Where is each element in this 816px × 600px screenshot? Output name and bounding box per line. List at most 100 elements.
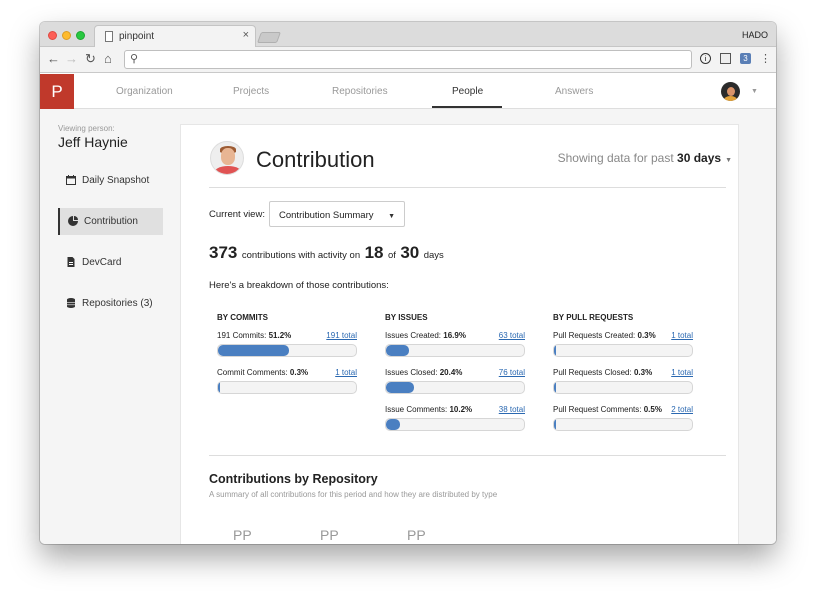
home-icon[interactable]: ⌂ (104, 51, 112, 67)
of-text: of (387, 250, 396, 261)
minimize-window-button[interactable] (62, 31, 71, 40)
metric-label: Pull Request Comments: 0.5% (553, 405, 662, 414)
period-selector[interactable]: Showing data for past 30 days ▼ (558, 151, 732, 165)
progress-fill (386, 419, 401, 430)
tab-close-icon[interactable]: × (243, 29, 249, 41)
sidebar-item-label: Daily Snapshot (82, 175, 150, 186)
metric-commits: 191 Commits: 51.2% 191 total (217, 331, 357, 367)
address-bar[interactable]: ⚲ (124, 50, 692, 69)
metric-total-link[interactable]: 1 total (671, 368, 693, 377)
nav-answers[interactable]: Answers (555, 86, 593, 97)
new-tab-button[interactable] (256, 32, 282, 43)
person-avatar (210, 141, 244, 175)
browser-toolbar: ← → ↻ ⌂ ⚲ i 3 ⋮ (40, 47, 776, 73)
chevron-down-icon: ▼ (725, 157, 732, 164)
contribution-text: contributions with activity on (241, 250, 361, 261)
contribution-count: 373 (209, 243, 238, 262)
metric-commit-comments: Commit Comments: 0.3% 1 total (217, 368, 357, 404)
close-window-button[interactable] (48, 31, 57, 40)
sidebar-item-label: DevCard (82, 257, 122, 268)
repo-badge[interactable]: PP (233, 527, 252, 543)
sidebar: Viewing person: Jeff Haynie Daily Snapsh… (40, 110, 180, 544)
period-prefix: Showing data for past (557, 151, 674, 165)
column-heading: BY PULL REQUESTS (553, 313, 634, 322)
progress-fill (218, 382, 220, 393)
active-days: 18 (364, 243, 384, 262)
repo-section-subtitle: A summary of all contributions for this … (209, 490, 498, 499)
viewing-person-label: Viewing person: (58, 124, 115, 133)
sidebar-item-daily-snapshot[interactable]: Daily Snapshot (58, 167, 163, 194)
metric-pr-created: Pull Requests Created: 0.3% 1 total (553, 331, 693, 367)
menu-icon[interactable]: ⋮ (760, 51, 771, 67)
contribution-summary: 373 contributions with activity on 18 of… (209, 243, 444, 263)
metric-total-link[interactable]: 38 total (499, 405, 525, 414)
nav-organization[interactable]: Organization (116, 86, 173, 97)
page-icon (105, 31, 113, 42)
metric-label: Pull Requests Closed: 0.3% (553, 368, 653, 377)
nav-repositories[interactable]: Repositories (332, 86, 388, 97)
current-view-select[interactable]: Contribution Summary ▼ (269, 201, 405, 227)
sidebar-item-contribution[interactable]: Contribution (58, 208, 163, 235)
breakdown-text: Here's a breakdown of those contribution… (209, 280, 389, 291)
column-heading: BY ISSUES (385, 313, 428, 322)
person-name: Jeff Haynie (58, 134, 128, 150)
browser-window: pinpoint × HADO ← → ↻ ⌂ ⚲ i 3 ⋮ P Organi… (40, 22, 776, 544)
user-avatar[interactable] (721, 82, 740, 101)
progress-bar (553, 381, 693, 394)
metric-issues-created: Issues Created: 16.9% 63 total (385, 331, 525, 367)
app-logo[interactable]: P (40, 74, 74, 109)
metric-total-link[interactable]: 191 total (326, 331, 357, 340)
metric-label: Pull Requests Created: 0.3% (553, 331, 656, 340)
repo-badge[interactable]: PP (407, 527, 426, 543)
metric-label: Issues Closed: 20.4% (385, 368, 463, 377)
metric-total-link[interactable]: 1 total (335, 368, 357, 377)
forward-icon[interactable]: → (65, 51, 78, 67)
progress-fill (554, 345, 556, 356)
metric-label: Issue Comments: 10.2% (385, 405, 473, 414)
progress-bar (553, 418, 693, 431)
progress-bar (217, 344, 357, 357)
metric-total-link[interactable]: 63 total (499, 331, 525, 340)
metric-label: Issues Created: 16.9% (385, 331, 466, 340)
app-nav: P Organization Projects Repositories Peo… (40, 74, 776, 109)
repo-badge[interactable]: PP (320, 527, 339, 543)
sidebar-item-devcard[interactable]: DevCard (58, 249, 163, 276)
chevron-down-icon[interactable]: ▼ (751, 88, 758, 95)
total-days: 30 (400, 243, 420, 262)
maximize-window-button[interactable] (76, 31, 85, 40)
browser-tab[interactable]: pinpoint × (94, 25, 256, 47)
progress-bar (385, 381, 525, 394)
search-icon: ⚲ (130, 53, 139, 65)
back-icon[interactable]: ← (47, 51, 60, 67)
nav-people[interactable]: People (452, 86, 483, 97)
extension-badge-icon[interactable]: 3 (740, 53, 751, 64)
period-value: 30 days (677, 151, 722, 165)
metric-total-link[interactable]: 2 total (671, 405, 693, 414)
profile-name[interactable]: HADO (742, 30, 768, 40)
nav-projects[interactable]: Projects (233, 86, 269, 97)
progress-bar (217, 381, 357, 394)
chevron-down-icon: ▼ (388, 213, 395, 220)
progress-fill (554, 382, 556, 393)
divider (209, 455, 726, 456)
metric-issues-closed: Issues Closed: 20.4% 76 total (385, 368, 525, 404)
pie-chart-icon (68, 216, 78, 226)
progress-bar (553, 344, 693, 357)
sidebar-item-label: Repositories (3) (82, 298, 153, 309)
current-view-label: Current view: (209, 209, 265, 220)
info-icon[interactable]: i (700, 53, 711, 64)
metric-issue-comments: Issue Comments: 10.2% 38 total (385, 405, 525, 441)
metric-pr-closed: Pull Requests Closed: 0.3% 1 total (553, 368, 693, 404)
metric-total-link[interactable]: 1 total (671, 331, 693, 340)
metric-total-link[interactable]: 76 total (499, 368, 525, 377)
extension-icon[interactable] (720, 53, 731, 64)
column-heading: BY COMMITS (217, 313, 268, 322)
metric-label: Commit Comments: 0.3% (217, 368, 309, 377)
current-view-value: Contribution Summary (279, 210, 374, 221)
progress-fill (218, 345, 289, 356)
progress-fill (386, 345, 410, 356)
sidebar-item-repositories[interactable]: Repositories (3) (58, 290, 163, 317)
reload-icon[interactable]: ↻ (85, 51, 96, 67)
divider (209, 187, 726, 188)
calendar-icon (66, 175, 76, 185)
